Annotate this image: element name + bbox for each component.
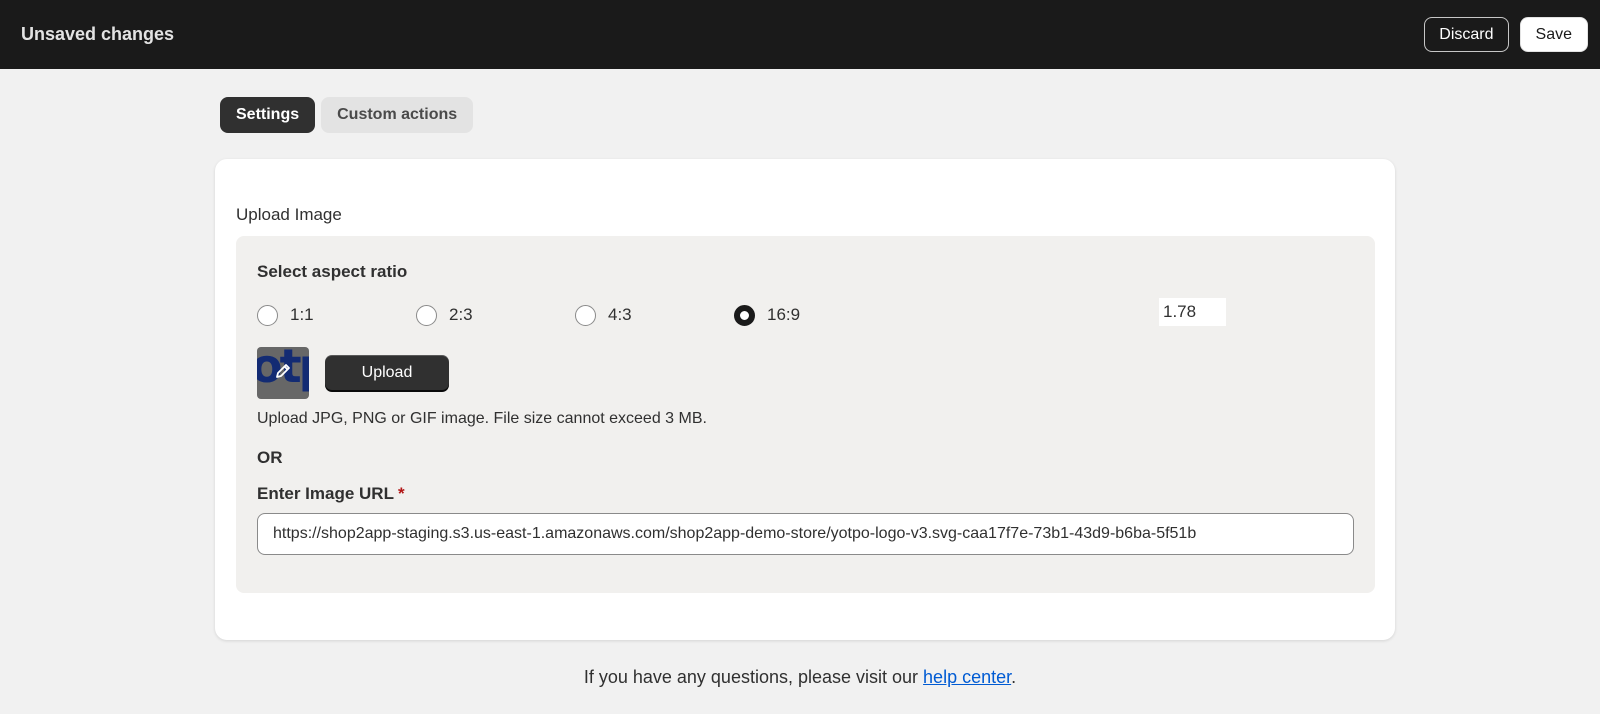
tab-bar: Settings Custom actions	[220, 97, 474, 133]
topbar-actions: Discard Save	[1424, 17, 1588, 52]
settings-card: Upload Image Select aspect ratio 1:1 2:3…	[215, 159, 1395, 640]
radio-label: 1:1	[290, 305, 314, 324]
radio-option-1-1[interactable]: 1:1	[257, 300, 314, 330]
tab-custom-actions[interactable]: Custom actions	[321, 97, 474, 133]
save-button[interactable]: Save	[1519, 17, 1588, 52]
upload-panel: Select aspect ratio 1:1 2:3 4:3 16:9 otp	[236, 236, 1375, 593]
pencil-icon[interactable]	[271, 361, 295, 385]
aspect-ratio-label: Select aspect ratio	[257, 262, 408, 281]
footer-period: .	[1011, 667, 1017, 687]
aspect-ratio-options: 1:1 2:3 4:3 16:9	[257, 300, 1017, 330]
radio-label: 4:3	[608, 305, 632, 324]
radio-label: 16:9	[767, 305, 801, 324]
top-bar: Unsaved changes Discard Save	[0, 0, 1600, 69]
radio-option-16-9[interactable]: 16:9	[734, 300, 800, 330]
image-thumbnail[interactable]: otp	[257, 347, 309, 399]
discard-button[interactable]: Discard	[1424, 17, 1509, 52]
or-divider-label: OR	[257, 448, 283, 467]
radio-option-2-3[interactable]: 2:3	[416, 300, 473, 330]
upload-button[interactable]: Upload	[325, 355, 449, 390]
radio-button-checked[interactable]	[734, 304, 755, 326]
required-marker: *	[397, 484, 405, 503]
help-center-link[interactable]: help center	[923, 667, 1011, 687]
radio-option-4-3[interactable]: 4:3	[575, 300, 632, 330]
help-footer: If you have any questions, please visit …	[0, 667, 1600, 688]
image-url-input[interactable]	[257, 513, 1354, 555]
radio-button[interactable]	[257, 304, 278, 326]
upload-help-text: Upload JPG, PNG or GIF image. File size …	[257, 410, 707, 427]
radio-button[interactable]	[416, 304, 437, 326]
radio-button[interactable]	[575, 304, 596, 326]
upload-image-title: Upload Image	[236, 205, 342, 224]
tab-settings[interactable]: Settings	[220, 97, 316, 133]
image-url-label: Enter Image URL *	[257, 484, 405, 504]
footer-text: If you have any questions, please visit …	[583, 667, 924, 687]
page-title: Unsaved changes	[21, 24, 175, 44]
image-url-label-text: Enter Image URL	[257, 484, 394, 503]
aspect-ratio-value-input[interactable]	[1159, 298, 1226, 326]
radio-label: 2:3	[449, 305, 473, 324]
